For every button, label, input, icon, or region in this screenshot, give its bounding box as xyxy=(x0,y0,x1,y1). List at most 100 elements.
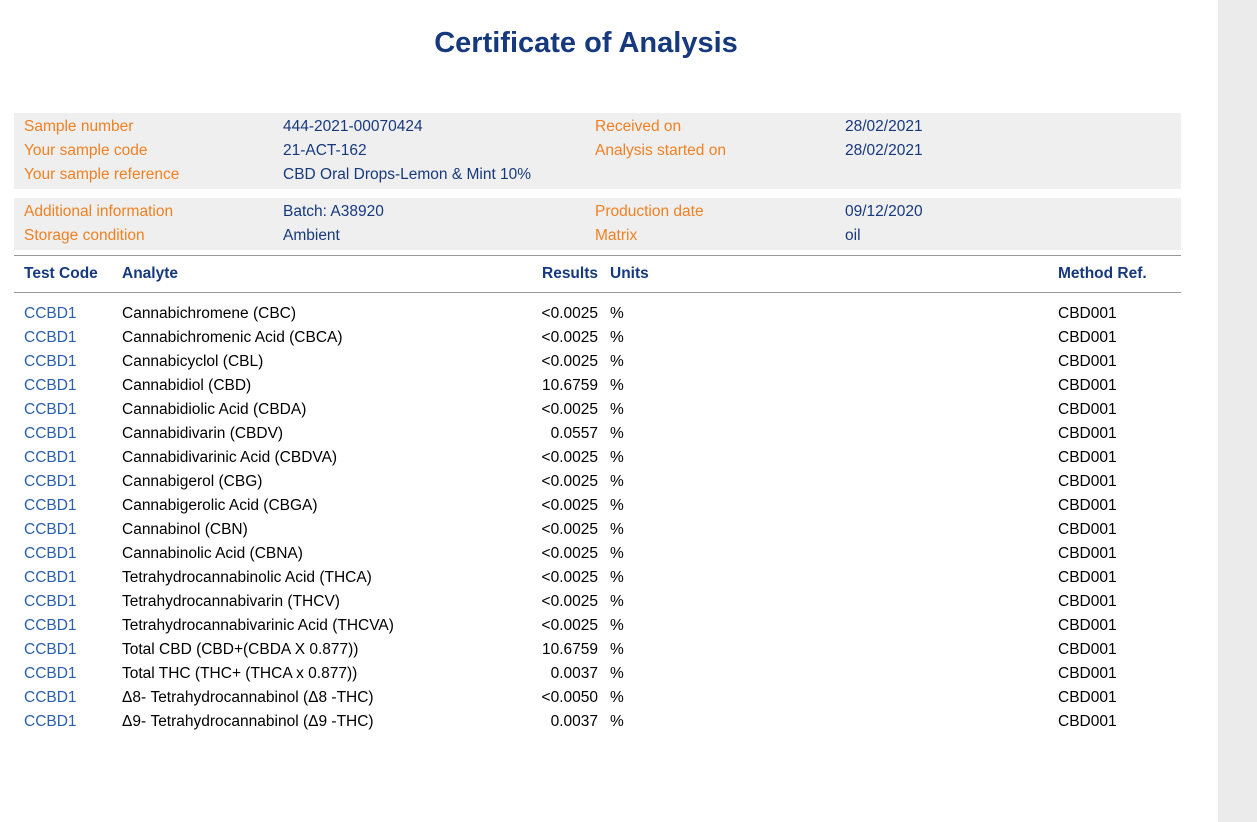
cell-analyte: Cannabidivarinic Acid (CBDVA) xyxy=(122,446,480,470)
cell-units: % xyxy=(598,638,660,662)
cell-method-ref: CBD001 xyxy=(660,374,1181,398)
table-row: CCBD1 Cannabichromene (CBC) <0.0025 % CB… xyxy=(24,302,1181,326)
header-method-ref: Method Ref. xyxy=(660,256,1181,292)
table-row: CCBD1 Tetrahydrocannabivarin (THCV) <0.0… xyxy=(24,590,1181,614)
additional-info-row: Storage condition Ambient Matrix oil xyxy=(24,224,1181,248)
cell-test-code: CCBD1 xyxy=(24,566,122,590)
table-row: CCBD1 Cannabidiolic Acid (CBDA) <0.0025 … xyxy=(24,398,1181,422)
cell-result: <0.0025 xyxy=(480,614,598,638)
cell-result: <0.0025 xyxy=(480,398,598,422)
cell-units: % xyxy=(598,374,660,398)
cell-result: 0.0037 xyxy=(480,662,598,686)
info-value: 28/02/2021 xyxy=(845,115,1181,139)
cell-units: % xyxy=(598,446,660,470)
cell-result: <0.0025 xyxy=(480,350,598,374)
cell-units: % xyxy=(598,422,660,446)
info-value: Ambient xyxy=(283,224,595,248)
cell-test-code: CCBD1 xyxy=(24,638,122,662)
cell-method-ref: CBD001 xyxy=(660,662,1181,686)
cell-test-code: CCBD1 xyxy=(24,470,122,494)
info-label xyxy=(595,163,845,187)
cell-result: <0.0025 xyxy=(480,518,598,542)
cell-analyte: Δ9- Tetrahydrocannabinol (Δ9 -THC) xyxy=(122,710,480,734)
cell-test-code: CCBD1 xyxy=(24,614,122,638)
cell-units: % xyxy=(598,326,660,350)
cell-test-code: CCBD1 xyxy=(24,422,122,446)
info-label: Analysis started on xyxy=(595,139,845,163)
info-value: Batch: A38920 xyxy=(283,200,595,224)
cell-method-ref: CBD001 xyxy=(660,350,1181,374)
cell-result: <0.0025 xyxy=(480,542,598,566)
table-row: CCBD1 Cannabidivarin (CBDV) 0.0557 % CBD… xyxy=(24,422,1181,446)
info-value: CBD Oral Drops-Lemon & Mint 10% xyxy=(283,163,595,187)
cell-test-code: CCBD1 xyxy=(24,518,122,542)
cell-test-code: CCBD1 xyxy=(24,686,122,710)
cell-method-ref: CBD001 xyxy=(660,326,1181,350)
cell-units: % xyxy=(598,614,660,638)
sample-info-row: Your sample reference CBD Oral Drops-Lem… xyxy=(24,163,1181,187)
cell-test-code: CCBD1 xyxy=(24,398,122,422)
cell-analyte: Cannabidiol (CBD) xyxy=(122,374,480,398)
cell-method-ref: CBD001 xyxy=(660,446,1181,470)
info-label: Storage condition xyxy=(24,224,283,248)
cell-result: <0.0025 xyxy=(480,326,598,350)
cell-analyte: Cannabicyclol (CBL) xyxy=(122,350,480,374)
certificate-document: Certificate of Analysis Sample number 44… xyxy=(0,0,1257,734)
additional-info-box: Additional information Batch: A38920 Pro… xyxy=(14,198,1181,250)
info-value xyxy=(845,163,1181,187)
cell-units: % xyxy=(598,302,660,326)
info-value: 28/02/2021 xyxy=(845,139,1181,163)
cell-test-code: CCBD1 xyxy=(24,662,122,686)
cell-result: <0.0025 xyxy=(480,446,598,470)
cell-method-ref: CBD001 xyxy=(660,590,1181,614)
cell-analyte: Tetrahydrocannabivarinic Acid (THCVA) xyxy=(122,614,480,638)
table-row: CCBD1 Cannabicyclol (CBL) <0.0025 % CBD0… xyxy=(24,350,1181,374)
cell-analyte: Tetrahydrocannabinolic Acid (THCA) xyxy=(122,566,480,590)
cell-method-ref: CBD001 xyxy=(660,518,1181,542)
table-row: CCBD1 Cannabinolic Acid (CBNA) <0.0025 %… xyxy=(24,542,1181,566)
sample-info-box: Sample number 444-2021-00070424 Received… xyxy=(14,113,1181,189)
cell-test-code: CCBD1 xyxy=(24,446,122,470)
cell-analyte: Cannabigerolic Acid (CBGA) xyxy=(122,494,480,518)
cell-analyte: Cannabichromene (CBC) xyxy=(122,302,480,326)
cell-method-ref: CBD001 xyxy=(660,542,1181,566)
cell-result: <0.0025 xyxy=(480,302,598,326)
cell-result: 10.6759 xyxy=(480,374,598,398)
cell-result: <0.0025 xyxy=(480,470,598,494)
cell-analyte: Cannabichromenic Acid (CBCA) xyxy=(122,326,480,350)
cell-test-code: CCBD1 xyxy=(24,326,122,350)
cell-result: 10.6759 xyxy=(480,638,598,662)
cell-analyte: Δ8- Tetrahydrocannabinol (Δ8 -THC) xyxy=(122,686,480,710)
info-label: Received on xyxy=(595,115,845,139)
cell-method-ref: CBD001 xyxy=(660,302,1181,326)
additional-info-row: Additional information Batch: A38920 Pro… xyxy=(24,200,1181,224)
cell-test-code: CCBD1 xyxy=(24,494,122,518)
info-label: Production date xyxy=(595,200,845,224)
cell-method-ref: CBD001 xyxy=(660,566,1181,590)
info-value: 21-ACT-162 xyxy=(283,139,595,163)
table-row: CCBD1 Tetrahydrocannabivarinic Acid (THC… xyxy=(24,614,1181,638)
cell-test-code: CCBD1 xyxy=(24,374,122,398)
cell-units: % xyxy=(598,710,660,734)
results-table-header: Test Code Analyte Results Units Method R… xyxy=(14,256,1181,292)
table-row: CCBD1 Cannabichromenic Acid (CBCA) <0.00… xyxy=(24,326,1181,350)
page-gutter xyxy=(1218,0,1257,822)
sample-info-row: Your sample code 21-ACT-162 Analysis sta… xyxy=(24,139,1181,163)
table-row: CCBD1 Cannabidiol (CBD) 10.6759 % CBD001 xyxy=(24,374,1181,398)
cell-method-ref: CBD001 xyxy=(660,422,1181,446)
cell-test-code: CCBD1 xyxy=(24,590,122,614)
table-row: CCBD1 Cannabigerolic Acid (CBGA) <0.0025… xyxy=(24,494,1181,518)
cell-units: % xyxy=(598,542,660,566)
cell-result: <0.0025 xyxy=(480,494,598,518)
cell-method-ref: CBD001 xyxy=(660,614,1181,638)
table-row: CCBD1 Tetrahydrocannabinolic Acid (THCA)… xyxy=(24,566,1181,590)
header-units: Units xyxy=(598,256,660,292)
cell-units: % xyxy=(598,470,660,494)
info-label: Sample number xyxy=(24,115,283,139)
cell-units: % xyxy=(598,686,660,710)
table-row: CCBD1 Total CBD (CBD+(CBDA X 0.877)) 10.… xyxy=(24,638,1181,662)
info-value: oil xyxy=(845,224,1181,248)
table-row: CCBD1 Δ8- Tetrahydrocannabinol (Δ8 -THC)… xyxy=(24,686,1181,710)
table-row: CCBD1 Cannabidivarinic Acid (CBDVA) <0.0… xyxy=(24,446,1181,470)
cell-units: % xyxy=(598,350,660,374)
